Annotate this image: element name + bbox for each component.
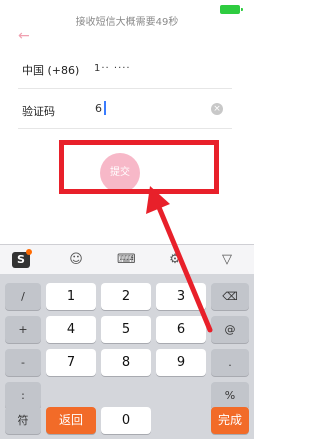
divider: [18, 128, 232, 129]
keyboard-toolbar: S ☺ ⌨ ⚙ ▽: [0, 244, 254, 274]
key-colon[interactable]: :: [5, 382, 41, 409]
key-slash[interactable]: /: [5, 283, 41, 310]
text-caret: [104, 101, 106, 115]
back-key[interactable]: 返回: [46, 407, 96, 434]
key-8[interactable]: 8: [101, 349, 151, 376]
key-9[interactable]: 9: [156, 349, 206, 376]
verification-row: 验证码 6 ×: [0, 95, 254, 127]
emoji-icon[interactable]: ☺: [67, 252, 85, 268]
gear-icon[interactable]: ⚙: [166, 252, 184, 268]
done-key[interactable]: 完成: [211, 407, 249, 434]
verification-code-input[interactable]: 6: [95, 102, 102, 115]
clear-icon[interactable]: ×: [211, 103, 223, 115]
key-at[interactable]: @: [211, 316, 249, 343]
key-3[interactable]: 3: [156, 283, 206, 310]
back-arrow-icon[interactable]: ←: [18, 28, 34, 44]
sms-timer-hint: 接收短信大概需要49秒: [75, 17, 179, 28]
phone-number-value[interactable]: 1·· ····: [94, 63, 131, 74]
key-4[interactable]: 4: [46, 316, 96, 343]
verification-code-label: 验证码: [22, 105, 55, 118]
hide-keyboard-icon[interactable]: ▽: [218, 252, 236, 268]
divider: [18, 88, 232, 89]
phone-row: 中国 (+86) 1·· ····: [0, 55, 254, 87]
key-5[interactable]: 5: [101, 316, 151, 343]
country-code-selector[interactable]: 中国 (+86): [22, 62, 79, 78]
key-2[interactable]: 2: [101, 283, 151, 310]
key-dot[interactable]: .: [211, 349, 249, 376]
key-6[interactable]: 6: [156, 316, 206, 343]
key-plus[interactable]: +: [5, 316, 41, 343]
highlight-box: [59, 140, 219, 194]
key-7[interactable]: 7: [46, 349, 96, 376]
keyboard-icon[interactable]: ⌨: [117, 252, 136, 268]
key-minus[interactable]: -: [5, 349, 41, 376]
key-percent[interactable]: %: [211, 382, 249, 409]
key-1[interactable]: 1: [46, 283, 96, 310]
notification-dot: [26, 249, 32, 255]
numeric-keyboard: S ☺ ⌨ ⚙ ▽ / + - : 1 2 3 ⌫ 4 5 6 @ 7 8 9 …: [0, 244, 254, 439]
backspace-icon[interactable]: ⌫: [211, 283, 249, 310]
symbol-key[interactable]: 符: [5, 407, 41, 434]
key-0[interactable]: 0: [101, 407, 151, 434]
